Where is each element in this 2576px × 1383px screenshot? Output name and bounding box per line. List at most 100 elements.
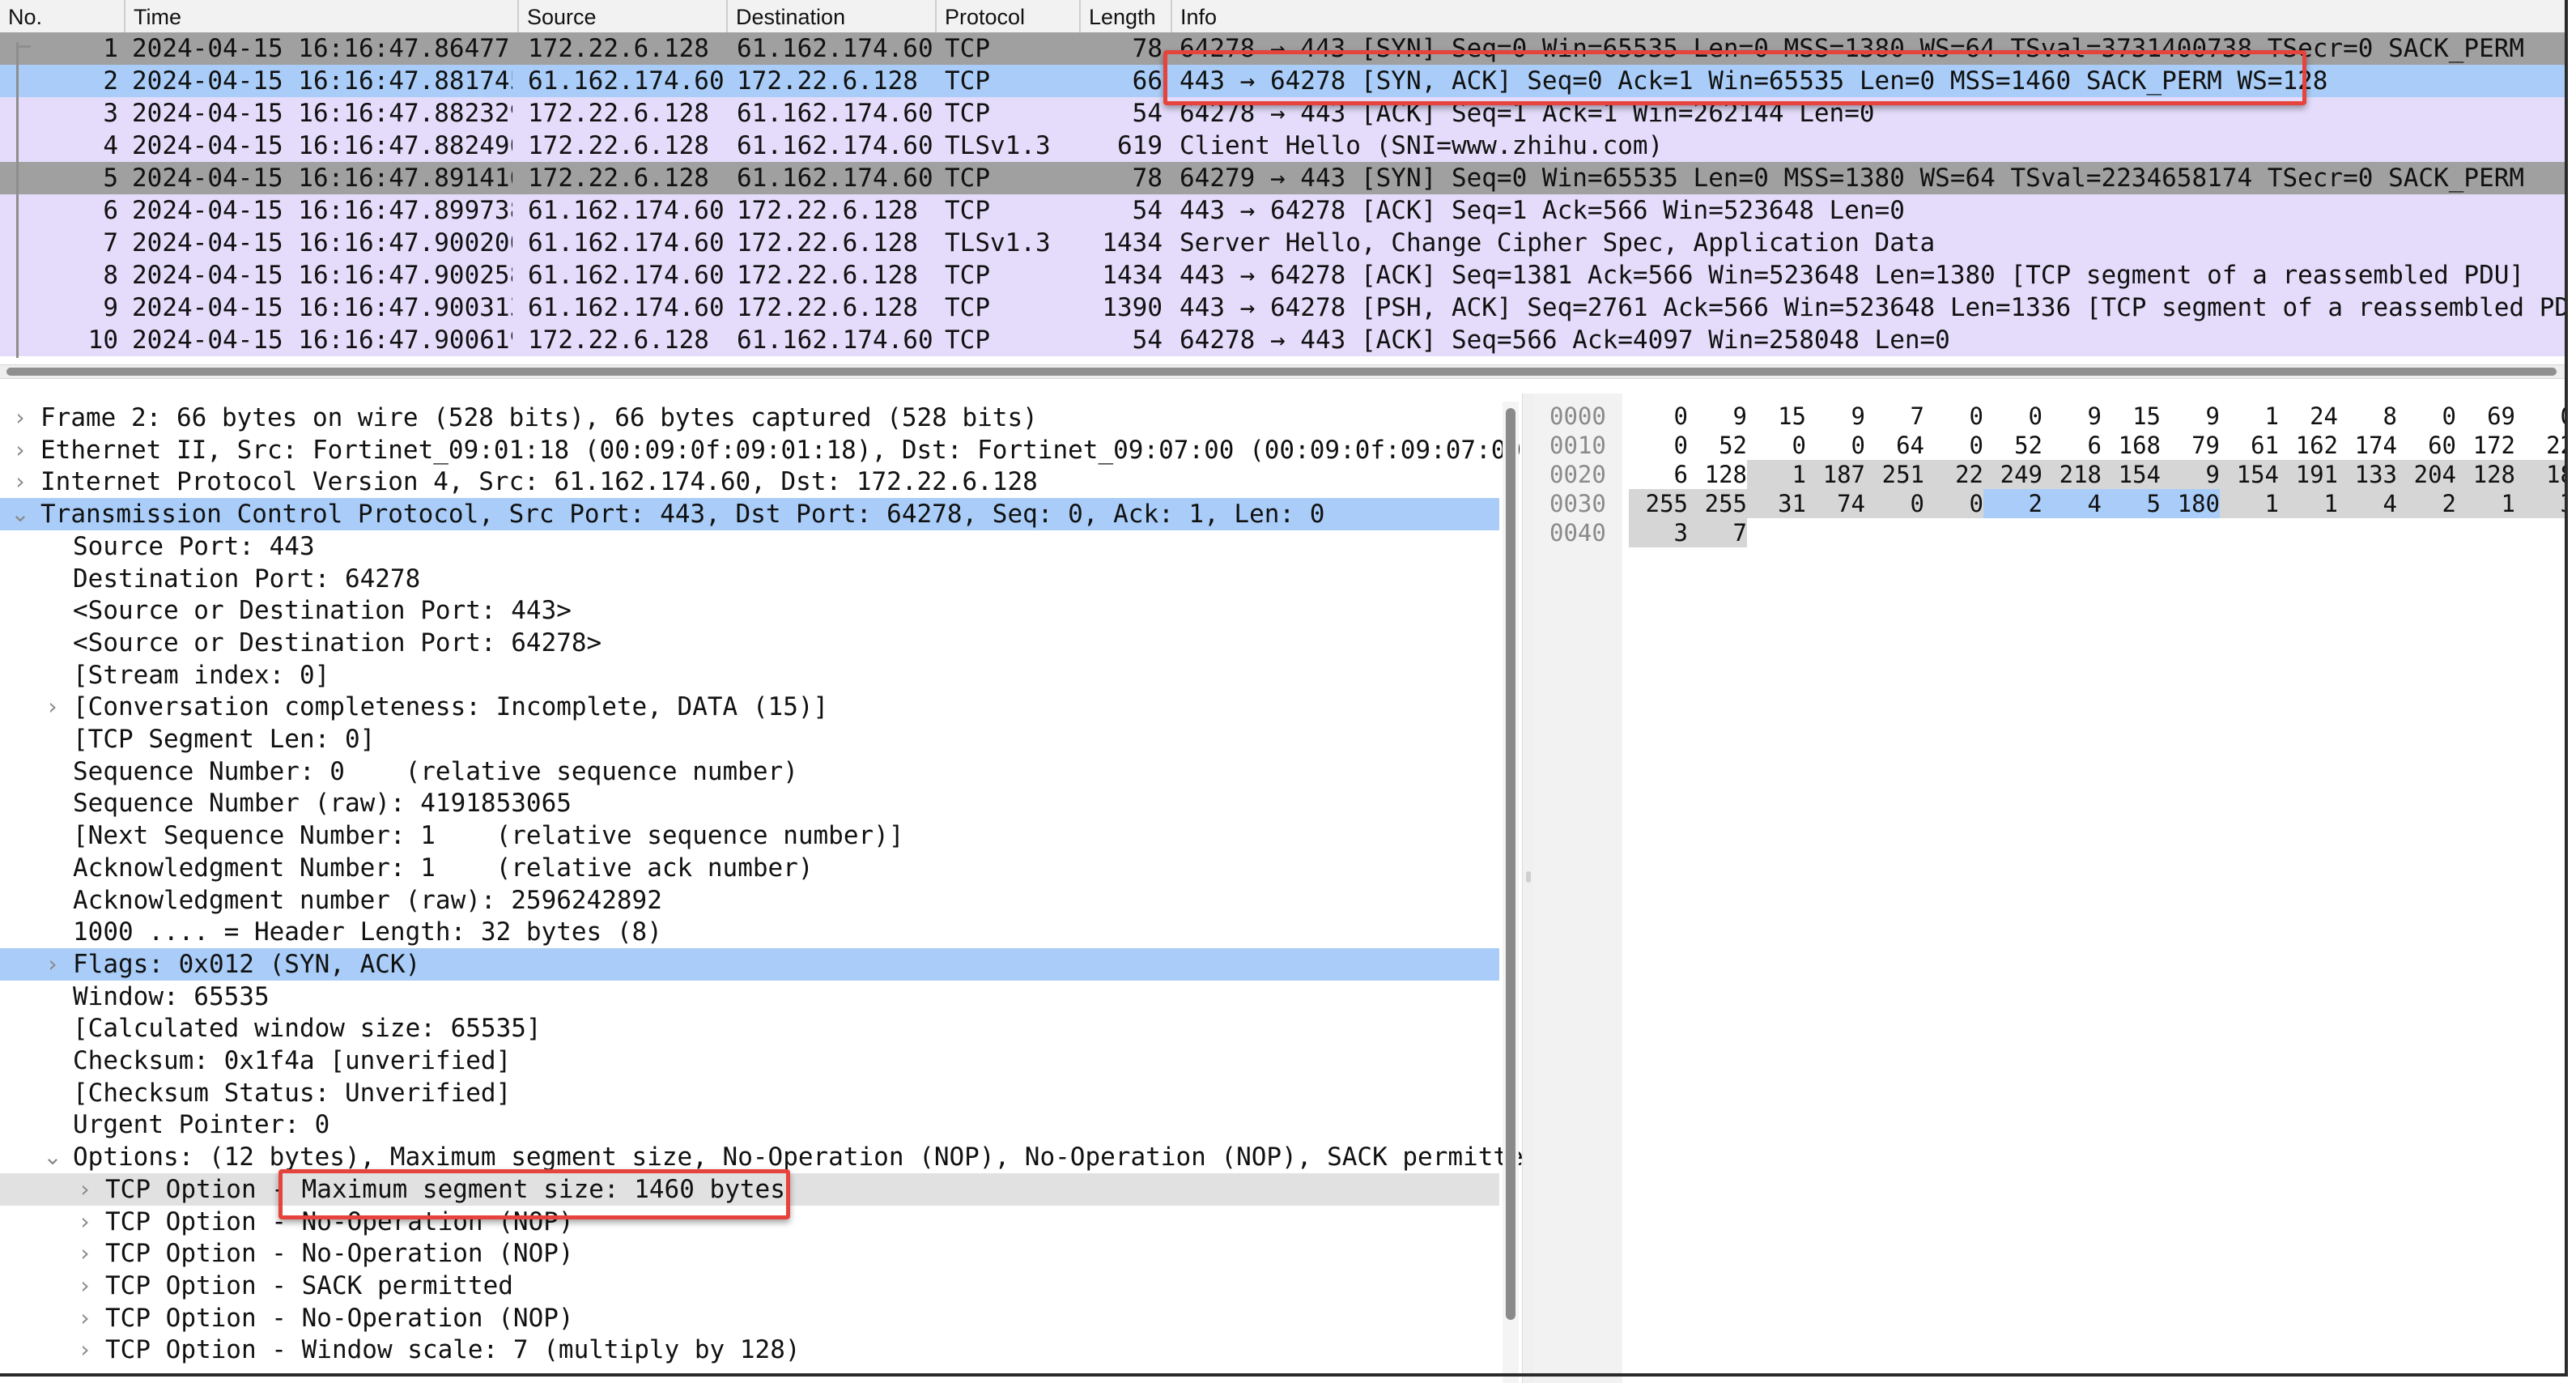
detail-tree-item[interactable]: Window: 65535 [0, 981, 1499, 1013]
byte-value[interactable]: 168 [2102, 431, 2161, 460]
detail-tree-item[interactable]: › TCP Option - No-Operation (NOP) [0, 1302, 1499, 1334]
byte-value[interactable]: 2 [1983, 489, 2043, 518]
byte-value[interactable]: 251 [1865, 460, 1924, 489]
detail-tree-item[interactable]: › [Conversation completeness: Incomplete,… [0, 691, 1499, 723]
column-header-destination[interactable]: Destination [728, 0, 937, 32]
column-header-time[interactable]: Time [125, 0, 519, 32]
byte-value[interactable]: 249 [1983, 460, 2043, 489]
expand-chevron-icon[interactable]: › [73, 1270, 97, 1302]
byte-value[interactable]: 0 [2515, 402, 2568, 431]
packet-row[interactable]: 8 2024-04-15 16:16:47.900258 61.162.174.60… [0, 259, 2568, 291]
packet-row[interactable]: 10 2024-04-15 16:16:47.900619 172.22.6.128… [0, 324, 2568, 356]
byte-value[interactable]: 255 [1688, 489, 1747, 518]
byte-value[interactable]: 172 [2456, 431, 2515, 460]
byte-value[interactable]: 0 [1806, 431, 1865, 460]
packet-row[interactable]: 6 2024-04-15 16:16:47.899738 61.162.174.60… [0, 194, 2568, 227]
detail-tree-item[interactable]: [Stream index: 0] [0, 659, 1499, 692]
byte-value[interactable]: 60 [2397, 431, 2456, 460]
byte-value[interactable]: 0 [1629, 402, 1688, 431]
splitter-grip[interactable] [1526, 871, 1531, 883]
detail-tree-item[interactable]: Source Port: 443 [0, 530, 1499, 563]
expand-chevron-icon[interactable]: › [73, 1237, 97, 1270]
byte-value[interactable]: 0 [1865, 489, 1924, 518]
packet-row[interactable]: 4 2024-04-15 16:16:47.882496 172.22.6.128 6… [0, 130, 2568, 162]
byte-value[interactable]: 9 [1806, 402, 1865, 431]
packet-row[interactable]: 5 2024-04-15 16:16:47.891416 172.22.6.128 6… [0, 162, 2568, 194]
expand-chevron-icon[interactable]: › [73, 1173, 97, 1206]
byte-value[interactable]: 9 [2043, 402, 2102, 431]
details-vertical-scrollbar[interactable] [1503, 402, 1519, 1383]
byte-value[interactable]: 79 [2161, 431, 2220, 460]
byte-value[interactable]: 6 [1629, 460, 1688, 489]
byte-value[interactable]: 4 [2338, 489, 2397, 518]
detail-tree-item[interactable]: [Calculated window size: 65535] [0, 1012, 1499, 1045]
byte-value[interactable]: 154 [2102, 460, 2161, 489]
detail-tree-item[interactable]: Checksum: 0x1f4a [unverified] [0, 1045, 1499, 1077]
detail-tree-item[interactable]: › Internet Protocol Version 4, Src: 61.16… [0, 466, 1499, 498]
byte-value[interactable]: 128 [2456, 460, 2515, 489]
expand-chevron-icon[interactable]: › [8, 402, 32, 434]
byte-value[interactable]: 15 [2102, 402, 2161, 431]
expand-chevron-icon[interactable]: › [8, 466, 32, 498]
byte-value[interactable]: 7 [1865, 402, 1924, 431]
byte-value[interactable]: 31 [1747, 489, 1806, 518]
detail-tree-item[interactable]: Acknowledgment number (raw): 2596242892 [0, 884, 1499, 917]
detail-tree-item[interactable]: › TCP Option - Window scale: 7 (multiply … [0, 1334, 1499, 1366]
byte-value[interactable]: 22 [2515, 431, 2568, 460]
expand-chevron-icon[interactable]: › [73, 1206, 97, 1238]
byte-value[interactable]: 174 [2338, 431, 2397, 460]
byte-value[interactable]: 2 [2397, 489, 2456, 518]
detail-tree-item[interactable]: Acknowledgment Number: 1 (relative ack n… [0, 852, 1499, 884]
byte-value[interactable]: 0 [1629, 431, 1688, 460]
byte-value[interactable]: 0 [1983, 402, 2043, 431]
byte-value[interactable]: 0 [1924, 431, 1983, 460]
byte-value[interactable]: 204 [2397, 460, 2456, 489]
byte-value[interactable]: 0 [2397, 402, 2456, 431]
byte-value[interactable]: 162 [2279, 431, 2338, 460]
byte-value[interactable]: 255 [1629, 489, 1688, 518]
byte-value[interactable]: 154 [2220, 460, 2279, 489]
detail-tree-item[interactable]: Destination Port: 64278 [0, 563, 1499, 595]
column-header-protocol[interactable]: Protocol [937, 0, 1081, 32]
byte-value[interactable]: 52 [1983, 431, 2043, 460]
detail-tree-item[interactable]: <Source or Destination Port: 64278> [0, 627, 1499, 659]
byte-value[interactable]: 0 [1924, 402, 1983, 431]
detail-tree-item[interactable]: Urgent Pointer: 0 [0, 1109, 1499, 1141]
byte-value[interactable]: 5 [2102, 489, 2161, 518]
byte-value[interactable]: 69 [2456, 402, 2515, 431]
expand-chevron-icon[interactable]: › [40, 948, 65, 981]
byte-value[interactable]: 64 [1865, 431, 1924, 460]
column-header-info[interactable]: Info [1172, 0, 2568, 32]
packet-list-scroll-thumb[interactable] [6, 368, 2557, 376]
byte-value[interactable]: 9 [2161, 402, 2220, 431]
byte-value[interactable]: 4 [2043, 489, 2102, 518]
collapse-chevron-icon[interactable]: ⌄ [8, 498, 32, 530]
detail-tree-item[interactable]: ⌄ Transmission Control Protocol, Src Port… [0, 498, 1499, 531]
byte-value[interactable]: 52 [1688, 431, 1747, 460]
byte-value[interactable]: 15 [1747, 402, 1806, 431]
byte-value[interactable]: 7 [1688, 518, 1747, 547]
expand-chevron-icon[interactable]: › [40, 691, 65, 723]
byte-value[interactable]: 1 [1747, 460, 1806, 489]
byte-value[interactable]: 218 [2043, 460, 2102, 489]
byte-value[interactable]: 74 [1806, 489, 1865, 518]
expand-chevron-icon[interactable]: › [73, 1302, 97, 1334]
detail-tree-item[interactable]: [TCP Segment Len: 0] [0, 723, 1499, 755]
detail-tree-item[interactable]: › Frame 2: 66 bytes on wire (528 bits), 6… [0, 402, 1499, 434]
byte-value[interactable]: 6 [2043, 431, 2102, 460]
packet-row[interactable]: 7 2024-04-15 16:16:47.900200 61.162.174.60… [0, 227, 2568, 259]
packet-row[interactable]: 9 2024-04-15 16:16:47.900313 61.162.174.60… [0, 291, 2568, 324]
column-header-length[interactable]: Length [1081, 0, 1172, 32]
column-header-source[interactable]: Source [519, 0, 728, 32]
byte-value[interactable]: 0 [1747, 431, 1806, 460]
byte-value[interactable]: 9 [1688, 402, 1747, 431]
detail-tree-item[interactable]: [Next Sequence Number: 1 (relative seque… [0, 819, 1499, 852]
byte-value[interactable]: 1 [2279, 489, 2338, 518]
detail-tree-item[interactable]: <Source or Destination Port: 443> [0, 594, 1499, 627]
detail-tree-item[interactable]: Sequence Number: 0 (relative sequence nu… [0, 755, 1499, 788]
byte-value[interactable]: 22 [1924, 460, 1983, 489]
byte-value[interactable]: 0 [1924, 489, 1983, 518]
byte-value[interactable]: 8 [2338, 402, 2397, 431]
byte-value[interactable]: 1 [2220, 402, 2279, 431]
packet-list-horizontal-scrollbar[interactable] [0, 364, 2568, 379]
